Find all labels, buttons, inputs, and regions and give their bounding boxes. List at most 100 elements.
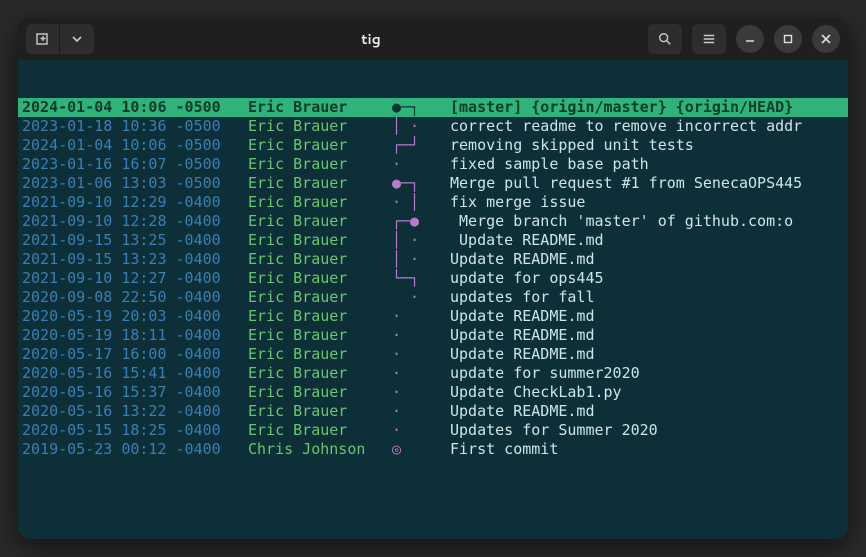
titlebar: tig bbox=[18, 18, 848, 60]
commit-row[interactable]: 2023-01-18 10:36 -0500Eric Brauer │ · co… bbox=[18, 117, 848, 136]
commit-row[interactable]: 2023-01-16 16:07 -0500Eric Brauer · fixe… bbox=[18, 155, 848, 174]
minimize-button[interactable] bbox=[736, 25, 764, 53]
window-title: tig bbox=[94, 29, 648, 49]
commit-date: 2020-05-16 15:41 -0400 bbox=[18, 364, 248, 383]
commit-author: Eric Brauer bbox=[248, 288, 392, 307]
commit-message: Update CheckLab1.py bbox=[450, 383, 848, 402]
commit-refs: [master] {origin/master} {origin/HEAD} bbox=[450, 98, 793, 116]
commit-date: 2021-09-15 13:23 -0400 bbox=[18, 250, 248, 269]
commit-graph: · │ bbox=[392, 193, 450, 212]
commit-row[interactable]: 2024-01-04 10:06 -0500Eric Brauer ┌─┘ re… bbox=[18, 136, 848, 155]
commit-graph: · bbox=[392, 383, 450, 402]
close-button[interactable] bbox=[812, 25, 840, 53]
commit-message: Update README.md bbox=[450, 326, 848, 345]
commit-row[interactable]: 2020-05-16 15:37 -0400Eric Brauer · Upda… bbox=[18, 383, 848, 402]
commit-graph: │ · bbox=[392, 250, 450, 269]
commit-author: Eric Brauer bbox=[248, 364, 392, 383]
commit-message: removing skipped unit tests bbox=[450, 136, 848, 155]
commit-message: Updates for Summer 2020 bbox=[450, 421, 848, 440]
commit-graph: ●─┐ bbox=[392, 174, 450, 193]
titlebar-right bbox=[648, 24, 840, 54]
commit-message: Update README.md bbox=[450, 250, 848, 269]
commit-graph: · bbox=[392, 345, 450, 364]
commit-row[interactable]: 2020-05-19 20:03 -0400Eric Brauer · Upda… bbox=[18, 307, 848, 326]
commit-author: Eric Brauer bbox=[248, 345, 392, 364]
commit-graph: ◎ bbox=[392, 440, 450, 459]
commit-row[interactable]: 2024-01-04 10:06 -0500Eric Brauer ●─┐ [m… bbox=[18, 98, 848, 117]
commit-date: 2020-05-15 18:25 -0400 bbox=[18, 421, 248, 440]
commit-message: Update README.md bbox=[450, 231, 848, 250]
commit-date: 2020-05-16 13:22 -0400 bbox=[18, 402, 248, 421]
commit-row[interactable]: 2023-01-06 13:03 -0500Eric Brauer ●─┐ Me… bbox=[18, 174, 848, 193]
commit-row[interactable]: 2020-05-16 15:41 -0400Eric Brauer · upda… bbox=[18, 364, 848, 383]
maximize-button[interactable] bbox=[774, 25, 802, 53]
commit-message: Update README.md bbox=[450, 345, 848, 364]
commit-row[interactable]: 2021-09-10 12:28 -0400Eric Brauer ┌─● Me… bbox=[18, 212, 848, 231]
new-tab-icon bbox=[35, 31, 51, 47]
commit-date: 2020-05-17 16:00 -0400 bbox=[18, 345, 248, 364]
commit-message: First commit bbox=[450, 440, 848, 459]
minimize-icon bbox=[745, 34, 755, 44]
commit-row[interactable]: 2019-05-23 00:12 -0400Chris Johnson ◎ Fi… bbox=[18, 440, 848, 459]
tab-dropdown-button[interactable] bbox=[60, 24, 94, 54]
commit-message: Update README.md bbox=[450, 307, 848, 326]
commit-row[interactable]: 2021-09-10 12:27 -0400Eric Brauer └─┐ up… bbox=[18, 269, 848, 288]
commit-row[interactable]: 2020-05-16 13:22 -0400Eric Brauer · Upda… bbox=[18, 402, 848, 421]
commit-row[interactable]: 2020-05-17 16:00 -0400Eric Brauer · Upda… bbox=[18, 345, 848, 364]
commit-message: update for summer2020 bbox=[450, 364, 848, 383]
commit-author: Eric Brauer bbox=[248, 117, 392, 136]
commit-row[interactable]: 2021-09-15 13:25 -0400Eric Brauer │ · Up… bbox=[18, 231, 848, 250]
commit-row[interactable]: 2021-09-15 13:23 -0400Eric Brauer │ · Up… bbox=[18, 250, 848, 269]
new-tab-button[interactable] bbox=[26, 24, 60, 54]
commit-row[interactable]: 2020-05-19 18:11 -0400Eric Brauer · Upda… bbox=[18, 326, 848, 345]
hamburger-icon bbox=[702, 32, 716, 46]
commit-date: 2020-05-19 18:11 -0400 bbox=[18, 326, 248, 345]
commit-author: Eric Brauer bbox=[248, 155, 392, 174]
log-spacer bbox=[18, 497, 848, 539]
commit-author: Eric Brauer bbox=[248, 174, 392, 193]
terminal-window: tig bbox=[18, 18, 848, 539]
close-icon bbox=[821, 34, 831, 44]
commit-author: Eric Brauer bbox=[248, 98, 392, 117]
commit-graph: ●─┐ bbox=[392, 98, 450, 117]
commit-author: Eric Brauer bbox=[248, 402, 392, 421]
commit-date: 2020-05-19 20:03 -0400 bbox=[18, 307, 248, 326]
commit-author: Eric Brauer bbox=[248, 421, 392, 440]
commit-message: Merge branch 'master' of github.com:o bbox=[450, 212, 848, 231]
commit-row[interactable]: 2020-05-15 18:25 -0400Eric Brauer · Upda… bbox=[18, 421, 848, 440]
commit-message: updates for fall bbox=[450, 288, 848, 307]
commit-graph: · bbox=[392, 402, 450, 421]
commit-date: 2023-01-16 16:07 -0500 bbox=[18, 155, 248, 174]
commit-date: 2021-09-10 12:27 -0400 bbox=[18, 269, 248, 288]
commit-date: 2019-05-23 00:12 -0400 bbox=[18, 440, 248, 459]
commit-date: 2020-09-08 22:50 -0400 bbox=[18, 288, 248, 307]
commit-graph: · bbox=[392, 288, 450, 307]
menu-button[interactable] bbox=[692, 24, 726, 54]
commit-row[interactable]: 2021-09-10 12:29 -0400Eric Brauer · │ fi… bbox=[18, 193, 848, 212]
commit-graph: │ · bbox=[392, 117, 450, 136]
commit-message: correct readme to remove incorrect addr bbox=[450, 117, 848, 136]
commit-graph: │ · bbox=[392, 231, 450, 250]
commit-message: Merge pull request #1 from SenecaOPS445 bbox=[450, 174, 848, 193]
search-icon bbox=[658, 32, 672, 46]
commit-date: 2023-01-18 10:36 -0500 bbox=[18, 117, 248, 136]
commit-author: Chris Johnson bbox=[248, 440, 392, 459]
commit-date: 2020-05-16 15:37 -0400 bbox=[18, 383, 248, 402]
commit-author: Eric Brauer bbox=[248, 383, 392, 402]
commit-graph: · bbox=[392, 307, 450, 326]
commit-date: 2021-09-15 13:25 -0400 bbox=[18, 231, 248, 250]
search-button[interactable] bbox=[648, 24, 682, 54]
terminal-viewport[interactable]: 2024-01-04 10:06 -0500Eric Brauer ●─┐ [m… bbox=[18, 60, 848, 539]
commit-graph: · bbox=[392, 421, 450, 440]
commit-graph: · bbox=[392, 155, 450, 174]
commit-author: Eric Brauer bbox=[248, 307, 392, 326]
commit-author: Eric Brauer bbox=[248, 269, 392, 288]
commit-log: 2024-01-04 10:06 -0500Eric Brauer ●─┐ [m… bbox=[18, 98, 848, 459]
commit-message: fix merge issue bbox=[450, 193, 848, 212]
chevron-down-icon bbox=[72, 34, 82, 44]
maximize-icon bbox=[783, 34, 793, 44]
commit-row[interactable]: 2020-09-08 22:50 -0400Eric Brauer · upda… bbox=[18, 288, 848, 307]
commit-author: Eric Brauer bbox=[248, 250, 392, 269]
commit-date: 2024-01-04 10:06 -0500 bbox=[18, 136, 248, 155]
commit-message: Update README.md bbox=[450, 402, 848, 421]
